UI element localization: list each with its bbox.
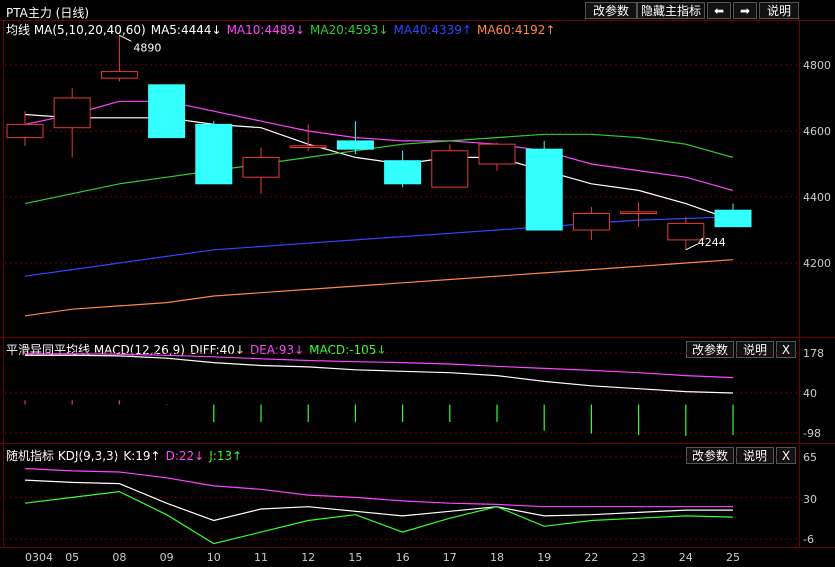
candle-body-3	[148, 84, 186, 139]
high-pointer	[119, 34, 132, 42]
low-pointer	[685, 243, 699, 251]
macd-diff-line	[25, 354, 734, 394]
candle-body-1	[53, 97, 91, 129]
ma-line-ma60	[24, 259, 734, 317]
kdj-d-line	[24, 467, 733, 508]
candle-body-6	[289, 145, 327, 149]
candle-body-13	[620, 211, 658, 215]
macd-dea-line	[25, 353, 734, 379]
kdj-k-line	[24, 479, 733, 522]
chart-canvas: 4890 4244	[5, 34, 799, 545]
candle-body-15	[714, 209, 752, 228]
candle-body-9	[431, 150, 469, 188]
candle-body-7	[336, 140, 374, 150]
candle-body-10	[478, 143, 516, 165]
high-annotation: 4890	[133, 41, 161, 54]
candle-body-8	[384, 160, 422, 185]
candle-body-12	[572, 213, 610, 231]
candle-body-4	[195, 123, 233, 185]
candle-body-0	[6, 123, 44, 139]
ma-line-ma10	[24, 100, 734, 191]
candle-body-5	[242, 156, 280, 178]
low-annotation: 4244	[698, 236, 726, 249]
ma-line-ma5	[24, 113, 734, 221]
candle-body-2	[100, 71, 138, 79]
candle-body-11	[525, 148, 563, 231]
